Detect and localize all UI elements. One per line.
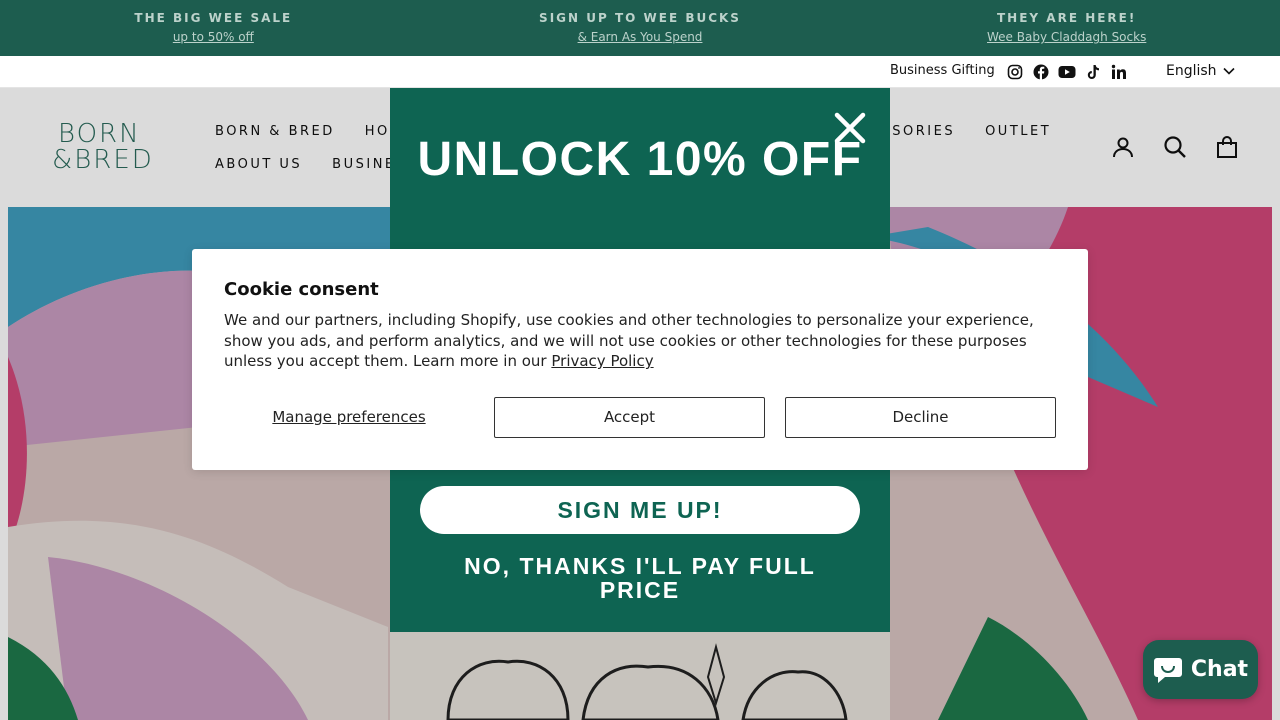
announcement-title: THEY ARE HERE! [997,11,1137,25]
youtube-icon[interactable] [1058,64,1076,80]
language-selector[interactable]: English [1166,63,1235,79]
facebook-icon[interactable] [1032,64,1050,80]
announcement-title: THE BIG WEE SALE [134,11,293,25]
decline-button[interactable]: Decline [785,397,1056,438]
instagram-icon[interactable] [1006,64,1024,80]
linkedin-icon[interactable] [1110,64,1128,80]
announcement-link[interactable]: & Earn As You Spend [578,30,703,45]
accept-button[interactable]: Accept [494,397,765,438]
chevron-down-icon [1222,67,1235,75]
announcement-bar: THE BIG WEE SALE up to 50% off SIGN UP T… [0,0,1280,56]
chat-button[interactable]: Chat [1143,640,1258,699]
manage-preferences-button[interactable]: Manage preferences [224,397,474,437]
close-icon[interactable] [832,110,868,146]
popup-title: UNLOCK 10% OFF [417,133,863,186]
sign-me-up-button[interactable]: SIGN ME UP! [420,486,860,534]
no-thanks-link[interactable]: NO, THANKS I'LL PAY FULL PRICE [430,554,850,602]
cookie-consent-banner: Cookie consent We and our partners, incl… [192,249,1088,470]
cookie-description: We and our partners, including Shopify, … [224,310,1064,372]
tiktok-icon[interactable] [1084,64,1102,80]
privacy-policy-link[interactable]: Privacy Policy [551,352,653,370]
language-label: English [1166,63,1217,79]
cookie-title: Cookie consent [224,279,379,300]
social-links [1006,64,1128,80]
announcement-new: THEY ARE HERE! Wee Baby Claddagh Socks [853,0,1280,56]
announcement-title: SIGN UP TO WEE BUCKS [539,11,741,25]
business-gifting-link[interactable]: Business Gifting [890,63,995,78]
chat-bubble-icon [1153,657,1182,683]
utility-bar: Business Gifting English [0,56,1280,88]
announcement-rewards: SIGN UP TO WEE BUCKS & Earn As You Spend [427,0,854,56]
chat-label: Chat [1190,657,1249,682]
announcement-link[interactable]: up to 50% off [173,30,254,45]
announcement-link[interactable]: Wee Baby Claddagh Socks [987,30,1146,45]
announcement-sale: THE BIG WEE SALE up to 50% off [0,0,427,56]
